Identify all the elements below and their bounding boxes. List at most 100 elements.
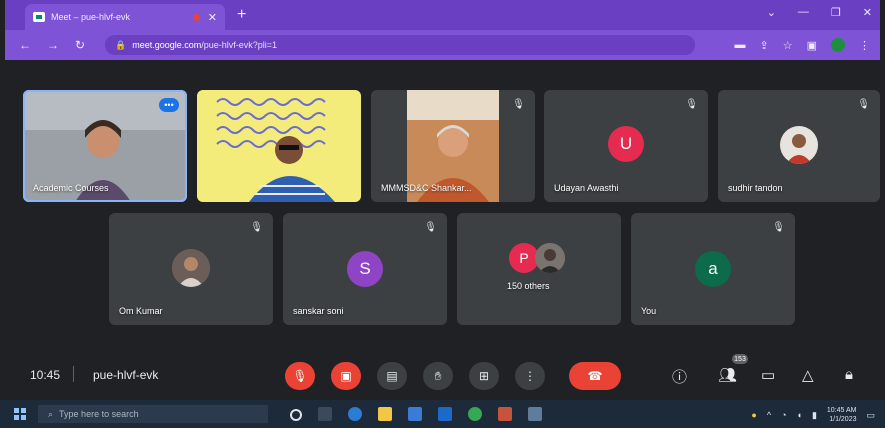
participant-tile[interactable]: ••• Academic Courses	[23, 90, 187, 202]
tray-chevron-icon[interactable]: ^	[767, 410, 771, 420]
mic-muted-icon: 🎙︎	[250, 222, 263, 233]
hand-icon: ✋︎	[434, 368, 442, 383]
taskbar: ⌕ Type here to search ● ^ ◔ ◖ ▮ 10:45 AM…	[0, 400, 885, 428]
share-icon[interactable]: ⇪	[760, 39, 769, 52]
browser-window: Meet – pue-hlvf-evk ✕ + ⌄ — ❐ ✕ ← → ↻ 🔒 …	[5, 0, 880, 400]
self-avatar: a	[695, 251, 731, 287]
participant-tile[interactable]: S 🎙︎ sanskar soni	[283, 213, 447, 325]
new-tab-button[interactable]: +	[237, 6, 246, 24]
participant-name: sudhir tandon	[728, 183, 783, 193]
reload-icon[interactable]: ↻	[75, 38, 85, 52]
participant-tile[interactable]: 🎙︎ MMMSD&C Shankar...	[371, 90, 535, 202]
participant-tile[interactable]: 🎙︎ sudhir tandon	[718, 90, 880, 202]
participant-avatar	[780, 126, 818, 164]
camera-toggle-button[interactable]: ▣	[331, 362, 361, 390]
tab-close-icon[interactable]: ✕	[208, 11, 217, 24]
battery-icon[interactable]: ▮	[812, 410, 817, 421]
close-window-button[interactable]: ✕	[863, 6, 872, 19]
camera-off-icon: ▣	[340, 369, 352, 383]
captions-button[interactable]: ▤	[377, 362, 407, 390]
taskbar-search-input[interactable]: ⌕ Type here to search	[38, 405, 268, 423]
app-icon[interactable]	[498, 407, 512, 421]
more-options-icon[interactable]: •••	[159, 98, 179, 112]
mail-icon[interactable]	[438, 407, 452, 421]
captions-icon: ▤	[386, 369, 398, 383]
search-placeholder: Type here to search	[59, 409, 139, 419]
mic-muted-icon: 🎙︎	[424, 222, 437, 233]
lock-icon: 🔒	[115, 39, 127, 50]
phone-hangup-icon: ☎	[587, 369, 603, 383]
app-icon[interactable]	[528, 407, 542, 421]
url-path: /pue-hlvf-evk?pli=1	[201, 40, 278, 50]
cortana-icon[interactable]	[290, 409, 302, 421]
others-tile[interactable]: P 150 others	[457, 213, 621, 325]
sidebar-icon[interactable]: ▣	[807, 39, 817, 52]
notifications-icon[interactable]: ▭	[866, 410, 875, 421]
recording-dot-icon	[192, 13, 200, 21]
network-icon[interactable]: ◔	[781, 410, 786, 420]
participant-tile[interactable]: U 🎙︎ Udayan Awasthi	[544, 90, 708, 202]
activities-icon[interactable]: △	[802, 366, 814, 384]
tab-strip: Meet – pue-hlvf-evk ✕ + ⌄ — ❐ ✕	[5, 0, 880, 30]
minimize-button[interactable]: —	[798, 6, 809, 19]
present-button[interactable]: ⊞	[469, 362, 499, 390]
host-controls-icon[interactable]: 🔒︎	[845, 366, 853, 383]
chat-icon[interactable]: ▭	[761, 366, 775, 384]
participant-name: Udayan Awasthi	[554, 183, 619, 193]
tab-search-icon[interactable]: ⌄	[767, 6, 776, 19]
address-bar-row: ← → ↻ 🔒 meet.google.com /pue-hlvf-evk?pl…	[5, 30, 880, 60]
tray-time: 10:45 AM	[826, 407, 857, 414]
kebab-icon: ⋮	[524, 369, 536, 383]
mic-muted-icon: 🎙︎	[512, 99, 525, 110]
participant-tile[interactable]	[197, 90, 361, 202]
maximize-button[interactable]: ❐	[831, 6, 841, 19]
bookmark-star-icon[interactable]: ☆	[783, 39, 793, 52]
url-input[interactable]: 🔒 meet.google.com /pue-hlvf-evk?pli=1	[105, 35, 695, 55]
present-icon: ⊞	[478, 369, 490, 383]
participant-avatar	[172, 249, 210, 287]
back-arrow-icon[interactable]: ←	[19, 38, 31, 52]
weather-icon[interactable]: ●	[751, 410, 756, 420]
chrome-icon[interactable]	[468, 407, 482, 421]
leave-call-button[interactable]: ☎	[569, 362, 621, 390]
url-host: meet.google.com	[132, 40, 202, 50]
participant-name: Om Kumar	[119, 306, 163, 316]
meeting-details-icon[interactable]: ⓘ	[672, 366, 687, 387]
toolbar-icons: ▬ ⇪ ☆ ▣ ⋮	[735, 38, 870, 52]
participant-name: sanskar soni	[293, 306, 344, 316]
others-count: 150 others	[507, 281, 550, 291]
camera-permission-icon[interactable]: ▬	[735, 39, 746, 51]
menu-kebab-icon[interactable]: ⋮	[859, 39, 870, 52]
raise-hand-button[interactable]: ✋︎	[423, 362, 453, 390]
search-icon: ⌕	[48, 408, 54, 419]
windows-start-icon[interactable]	[14, 408, 26, 420]
meeting-code: pue-hlvf-evk	[93, 368, 159, 382]
profile-avatar[interactable]	[831, 38, 845, 52]
tab-title: Meet – pue-hlvf-evk	[51, 12, 131, 22]
mic-muted-icon: 🎙︎	[857, 99, 870, 110]
participant-avatar: S	[347, 251, 383, 287]
more-options-button[interactable]: ⋮	[515, 362, 545, 390]
mic-toggle-button[interactable]: 🎙︎	[285, 362, 315, 390]
participant-avatar: U	[608, 126, 644, 162]
mic-muted-icon: 🎙︎	[772, 222, 785, 233]
file-explorer-icon[interactable]	[378, 407, 392, 421]
meet-favicon-icon	[33, 12, 45, 22]
divider	[73, 366, 74, 382]
people-count-badge: 153	[732, 354, 748, 364]
edge-icon[interactable]	[348, 407, 362, 421]
window-controls: ⌄ — ❐ ✕	[767, 6, 872, 19]
forward-arrow-icon[interactable]: →	[47, 38, 59, 52]
participant-tile[interactable]: 🎙︎ Om Kumar	[109, 213, 273, 325]
system-tray: ● ^ ◔ ◖ ▮ 10:45 AM 1/1/2023 ▭	[751, 406, 875, 424]
people-icon[interactable]: 👥︎	[718, 366, 737, 384]
participant-name: You	[641, 306, 657, 316]
mic-muted-icon: 🎙︎	[685, 99, 698, 110]
tray-date: 1/1/2023	[829, 416, 857, 423]
volume-icon[interactable]: ◖	[797, 410, 802, 420]
clock[interactable]: 10:45 AM 1/1/2023	[827, 406, 857, 424]
store-icon[interactable]	[408, 407, 422, 421]
self-tile[interactable]: a 🎙︎ You	[631, 213, 795, 325]
task-view-icon[interactable]	[318, 407, 332, 421]
browser-tab[interactable]: Meet – pue-hlvf-evk ✕	[25, 4, 225, 30]
